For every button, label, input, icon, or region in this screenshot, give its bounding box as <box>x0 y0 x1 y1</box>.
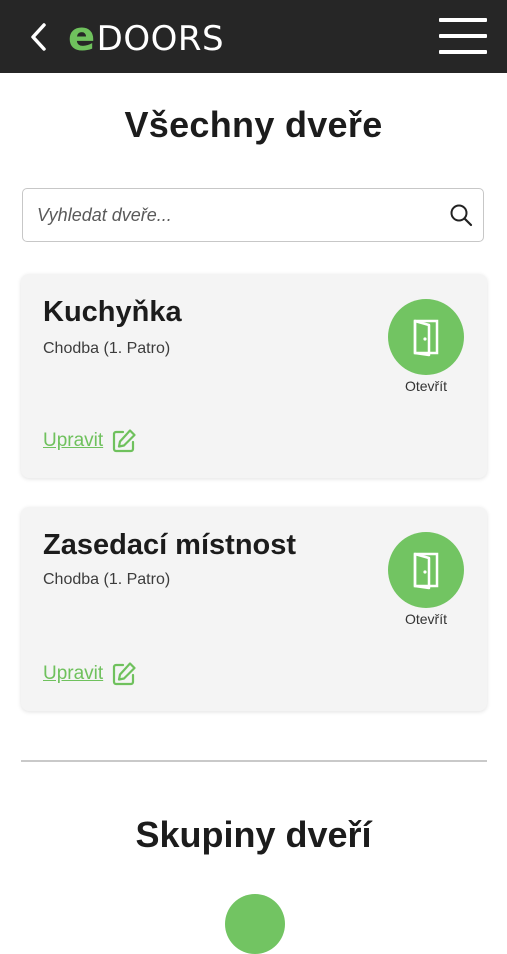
edit-label: Upravit <box>43 430 104 451</box>
edoors-logo[interactable]: e DOORS <box>68 14 224 60</box>
top-navigation-bar: e DOORS <box>0 0 507 73</box>
open-door-button[interactable] <box>388 532 464 608</box>
edit-label: Upravit <box>43 663 104 684</box>
edit-icon <box>113 429 136 453</box>
hamburger-menu-icon[interactable] <box>439 17 487 55</box>
door-location: Chodba (1. Patro) <box>43 571 171 588</box>
edit-door-link[interactable]: Upravit <box>43 428 137 454</box>
chevron-left-icon[interactable] <box>26 20 52 54</box>
door-icon <box>413 552 439 590</box>
section-divider <box>21 760 487 762</box>
open-door-label: Otevřít <box>404 378 447 394</box>
door-card: Zasedací místnost Chodba (1. Patro) Otev… <box>21 507 487 711</box>
open-door-button[interactable] <box>388 299 464 375</box>
group-open-button[interactable] <box>225 894 285 954</box>
logo-e: e <box>68 14 96 60</box>
open-door-label: Otevřít <box>404 611 447 627</box>
door-groups-title: Skupiny dveří <box>135 814 372 855</box>
search-input[interactable] <box>35 189 439 242</box>
door-name: Zasedací místnost <box>43 529 297 561</box>
edit-icon <box>113 662 136 686</box>
edit-door-link[interactable]: Upravit <box>43 661 137 687</box>
logo-text: DOORS <box>96 19 225 59</box>
door-card: Kuchyňka Chodba (1. Patro) Otevřít Uprav… <box>21 274 487 478</box>
page-title: Všechny dveře <box>124 104 383 145</box>
search-box <box>22 188 484 242</box>
door-location: Chodba (1. Patro) <box>43 340 171 357</box>
door-name: Kuchyňka <box>43 296 182 328</box>
door-icon <box>413 319 439 357</box>
search-icon[interactable] <box>449 203 473 227</box>
